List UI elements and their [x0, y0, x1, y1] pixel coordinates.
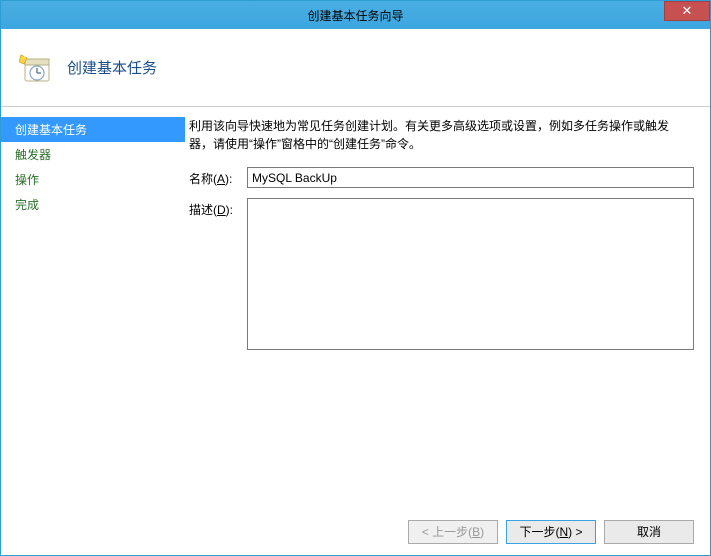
title-bar: 创建基本任务向导 ✕ — [1, 1, 710, 29]
sidebar-step-trigger[interactable]: 触发器 — [1, 142, 185, 167]
close-button[interactable]: ✕ — [664, 1, 710, 21]
description-textarea[interactable] — [247, 198, 694, 350]
next-button[interactable]: 下一步(N) > — [506, 520, 596, 544]
sidebar-step-create[interactable]: 创建基本任务 — [1, 117, 185, 142]
wizard-window: 创建基本任务向导 ✕ 创建基本任务 创建基本任务 触发器 操作 完成 — [0, 0, 711, 556]
close-icon: ✕ — [682, 3, 693, 19]
description-row: 描述(D): — [189, 198, 694, 350]
cancel-button[interactable]: 取消 — [604, 520, 694, 544]
description-label: 描述(D): — [189, 198, 247, 218]
wizard-header: 创建基本任务 — [1, 29, 710, 107]
wizard-footer: < 上一步(B) 下一步(N) > 取消 — [1, 507, 710, 555]
name-label: 名称(A): — [189, 167, 247, 187]
intro-text: 利用该向导快速地为常见任务创建计划。有关更多高级选项或设置，例如多任务操作或触发… — [189, 117, 694, 153]
back-button: < 上一步(B) — [408, 520, 498, 544]
wizard-sidebar: 创建基本任务 触发器 操作 完成 — [1, 107, 185, 507]
wizard-content: 利用该向导快速地为常见任务创建计划。有关更多高级选项或设置，例如多任务操作或触发… — [185, 107, 710, 507]
sidebar-step-action[interactable]: 操作 — [1, 167, 185, 192]
sidebar-step-finish[interactable]: 完成 — [1, 192, 185, 217]
window-title: 创建基本任务向导 — [307, 7, 403, 24]
wizard-heading: 创建基本任务 — [67, 57, 157, 78]
name-input[interactable] — [247, 167, 694, 188]
name-row: 名称(A): — [189, 167, 694, 188]
task-scheduler-icon — [19, 51, 53, 85]
wizard-body: 创建基本任务 触发器 操作 完成 利用该向导快速地为常见任务创建计划。有关更多高… — [1, 107, 710, 507]
